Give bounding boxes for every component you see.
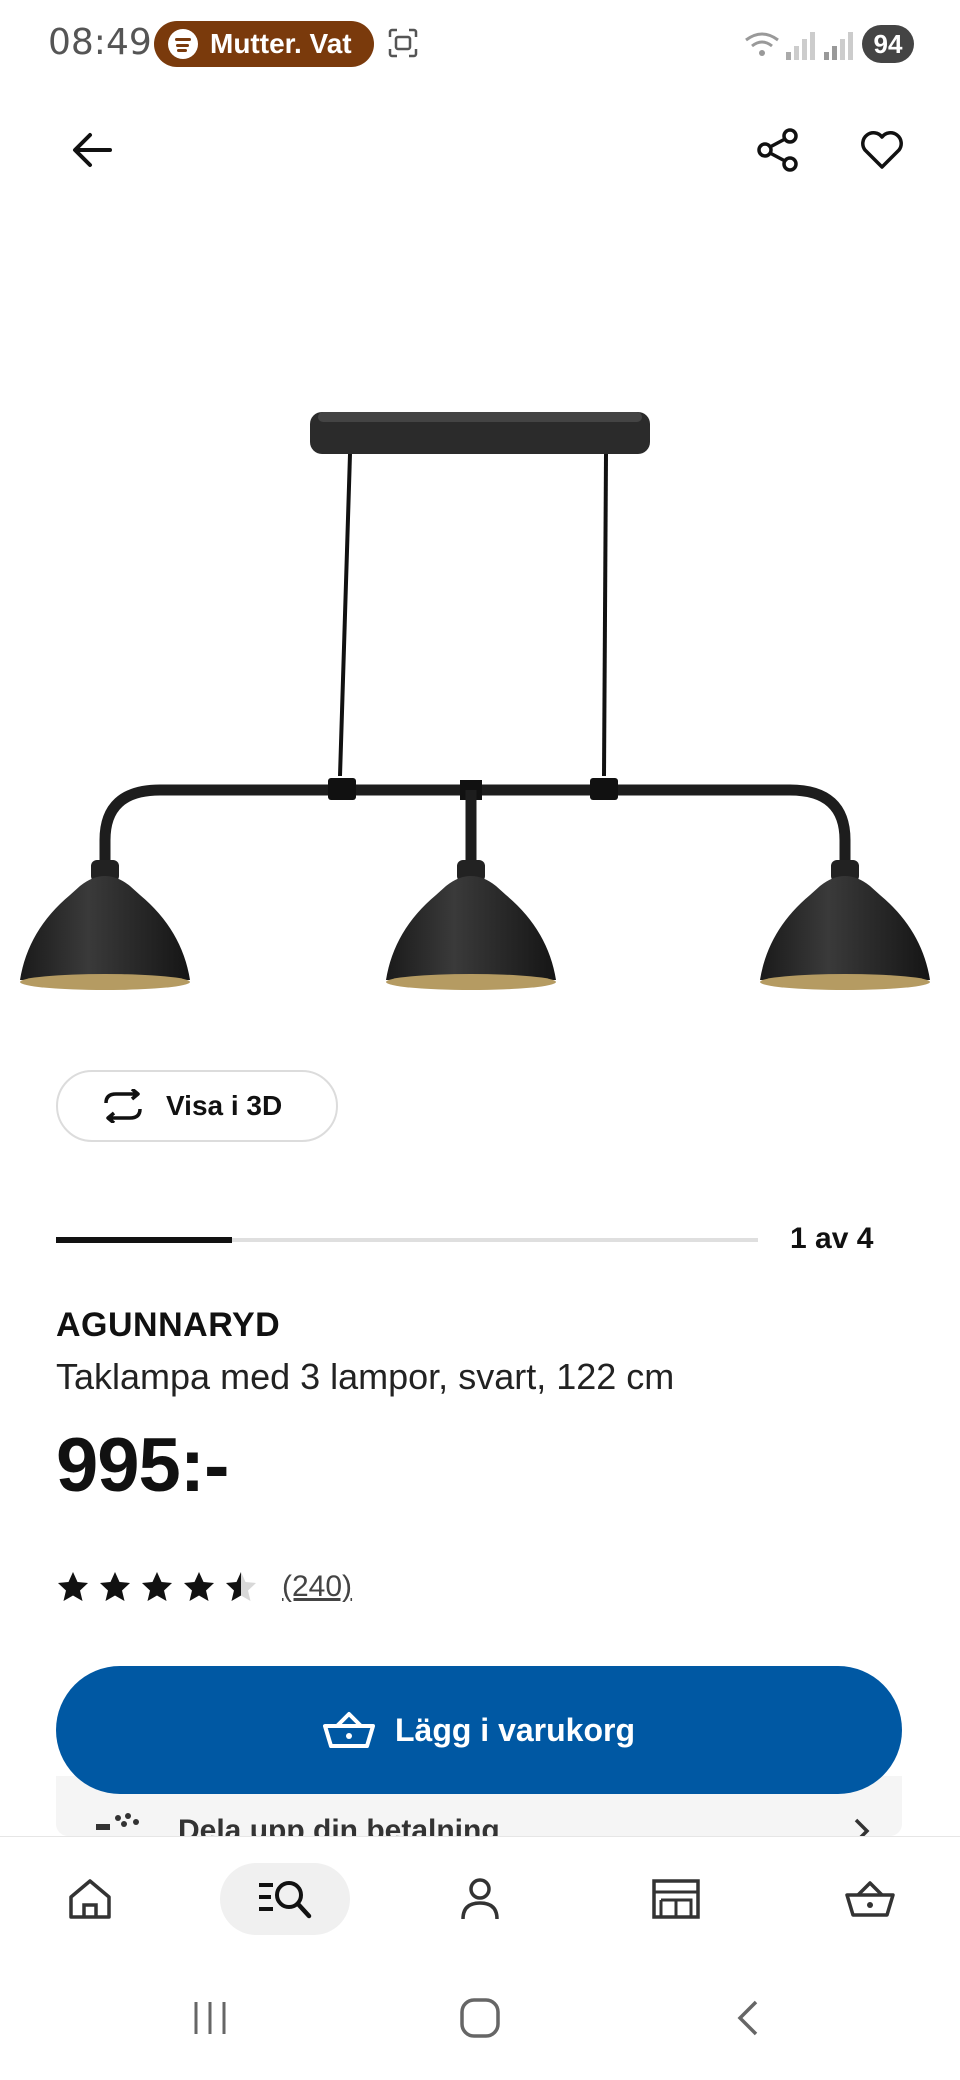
share-icon <box>757 128 798 172</box>
system-navigation-bar <box>0 1962 960 2080</box>
arrow-left-icon <box>73 133 112 167</box>
product-image[interactable] <box>0 390 960 1010</box>
search-catalog-icon <box>259 1881 312 1919</box>
star-icon <box>142 1572 172 1601</box>
nav-store[interactable] <box>636 1863 716 1935</box>
battery-level: 94 <box>862 25 914 63</box>
installment-label: Dela upp din betalning <box>178 1814 500 1836</box>
view-3d-button[interactable]: Visa i 3D <box>56 1070 338 1142</box>
nav-search-catalog[interactable] <box>220 1863 350 1935</box>
heart-icon <box>861 131 903 169</box>
star-icon <box>100 1572 130 1601</box>
image-progress-fill <box>56 1237 232 1243</box>
lamp-shade-left <box>20 860 190 990</box>
add-to-cart-button[interactable]: Lägg i varukorg <box>56 1666 902 1794</box>
image-pager-label: 1 av 4 <box>790 1222 874 1255</box>
status-bar: 08:49 Mutter. Vat 94 <box>0 0 960 90</box>
home-system-icon[interactable] <box>458 1996 502 2040</box>
rotate-3d-icon <box>104 1089 142 1123</box>
product-price: 995:- <box>56 1423 229 1508</box>
review-count-link[interactable]: (240) <box>282 1570 352 1604</box>
star-icon <box>184 1572 214 1601</box>
nav-home[interactable] <box>50 1863 130 1935</box>
signal-icon-2 <box>824 32 853 60</box>
profile-icon <box>461 1878 499 1920</box>
back-system-icon[interactable] <box>732 1998 762 2038</box>
product-name: AGUNNARYD <box>56 1306 281 1344</box>
add-to-cart-label: Lägg i varukorg <box>394 1711 636 1748</box>
home-icon <box>69 1879 111 1919</box>
bottom-navigation <box>0 1836 960 1963</box>
star-icon <box>58 1572 88 1601</box>
wifi-icon <box>745 32 779 56</box>
chevron-right-icon <box>854 1818 870 1836</box>
recent-apps-icon[interactable] <box>190 1998 230 2038</box>
media-pill-text: Mutter. Vat <box>210 28 352 59</box>
lamp-shade-center <box>386 860 556 990</box>
screenshot-icon <box>388 28 418 58</box>
product-description: Taklampa med 3 lampor, svart, 122 cm <box>56 1356 675 1397</box>
star-icon <box>226 1572 256 1601</box>
cart-icon <box>845 1881 895 1917</box>
media-pill[interactable]: Mutter. Vat <box>154 21 374 67</box>
nav-cart[interactable] <box>830 1863 910 1935</box>
rating[interactable]: (240) <box>56 1570 352 1604</box>
view-3d-label: Visa i 3D <box>166 1090 283 1121</box>
signal-icon-1 <box>786 32 815 60</box>
image-progress-track <box>56 1237 758 1243</box>
rating-stars <box>56 1570 266 1604</box>
basket-icon <box>322 1712 375 1748</box>
favorite-button[interactable] <box>850 118 914 182</box>
back-button[interactable] <box>60 118 124 182</box>
share-button[interactable] <box>746 118 810 182</box>
nav-profile[interactable] <box>440 1863 520 1935</box>
spotify-icon <box>168 29 198 59</box>
lamp-shade-right <box>760 860 930 990</box>
installment-icon <box>96 1813 139 1830</box>
status-time: 08:49 <box>48 22 152 63</box>
store-icon <box>652 1879 700 1919</box>
